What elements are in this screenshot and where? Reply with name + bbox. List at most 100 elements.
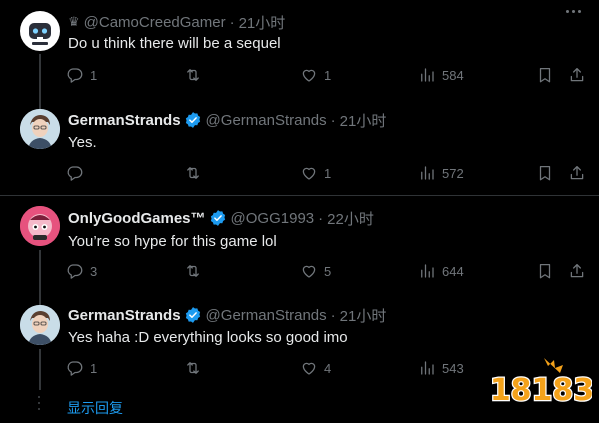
share-button[interactable] xyxy=(568,262,586,280)
thread-line xyxy=(39,99,41,109)
like-button[interactable]: 1 xyxy=(300,66,331,84)
retweet-button[interactable] xyxy=(184,262,208,280)
tweet-header: OnlyGoodGames™ @OGG1993 · 22小时 xyxy=(68,208,374,228)
reply-button[interactable]: 3 xyxy=(66,262,97,280)
bookmark-button[interactable] xyxy=(536,262,554,280)
avatar-onlygoodgames[interactable] xyxy=(20,206,60,246)
views-count: 644 xyxy=(442,263,464,279)
share-button[interactable] xyxy=(568,164,586,182)
reply-button[interactable] xyxy=(66,164,90,182)
views-icon xyxy=(418,359,436,377)
reply-icon xyxy=(66,262,84,280)
retweet-button[interactable] xyxy=(184,164,208,182)
timestamp[interactable]: 21小时 xyxy=(340,305,387,326)
retweet-icon xyxy=(184,164,202,182)
like-button[interactable]: 5 xyxy=(300,262,331,280)
avatar-camocreedgamer[interactable] xyxy=(20,11,60,51)
robot-avatar-icon xyxy=(29,23,51,45)
avatar-germanstrands[interactable] xyxy=(20,109,60,149)
user-handle[interactable]: @OGG1993 xyxy=(231,210,315,227)
timestamp[interactable]: 22小时 xyxy=(327,208,374,229)
reply-button[interactable]: 1 xyxy=(66,66,97,84)
share-icon xyxy=(568,66,586,84)
tweet-3[interactable]: OnlyGoodGames™ @OGG1993 · 22小时 You’re so… xyxy=(0,196,599,295)
person-avatar-icon xyxy=(20,109,60,149)
like-count: 1 xyxy=(324,67,332,83)
bookmark-button[interactable] xyxy=(536,164,554,182)
tweet-header: GermanStrands @GermanStrands · 21小时 xyxy=(68,305,386,325)
avatar-germanstrands[interactable] xyxy=(20,305,60,345)
tweet-actions: 3 5 644 xyxy=(0,262,599,282)
like-button[interactable]: 1 xyxy=(300,164,331,182)
mascot-avatar-icon xyxy=(20,206,60,246)
like-button[interactable]: 4 xyxy=(300,359,331,377)
tweet-actions: 1 1 584 xyxy=(0,66,599,86)
bookmark-icon xyxy=(536,262,554,280)
views-count: 543 xyxy=(442,360,464,376)
retweet-icon xyxy=(184,359,202,377)
tweet-text: Yes haha :D everything looks so good imo xyxy=(68,329,348,346)
reply-button[interactable]: 1 xyxy=(66,359,97,377)
display-name[interactable]: GermanStrands xyxy=(68,112,181,129)
tweet-header: ♛ @CamoCreedGamer · 21小时 xyxy=(68,12,285,32)
like-count: 5 xyxy=(324,263,332,279)
tweet-1[interactable]: ♛ @CamoCreedGamer · 21小时 Do u think ther… xyxy=(0,0,599,99)
separator-dot: · xyxy=(229,13,235,31)
reply-count: 3 xyxy=(90,263,98,279)
display-name[interactable]: OnlyGoodGames™ xyxy=(68,210,206,227)
like-count: 1 xyxy=(324,165,332,181)
watermark-logo-icon: 18183 xyxy=(492,358,592,409)
views-count: 584 xyxy=(442,67,464,83)
tweet-actions: 1 572 xyxy=(0,164,599,184)
watermark-text: 18183 xyxy=(492,373,592,408)
show-replies-link[interactable]: 显示回复 xyxy=(67,398,123,418)
reply-count: 1 xyxy=(90,67,98,83)
tweet-header: GermanStrands @GermanStrands · 21小时 xyxy=(68,110,386,130)
views-button[interactable]: 584 xyxy=(418,66,464,84)
retweet-button[interactable] xyxy=(184,359,208,377)
verified-icon xyxy=(185,307,200,323)
separator-dot: · xyxy=(330,306,336,324)
display-name[interactable]: GermanStrands xyxy=(68,307,181,324)
like-icon xyxy=(300,66,318,84)
tweet-text: Yes. xyxy=(68,134,97,151)
tweet-text: You’re so hype for this game lol xyxy=(68,233,277,250)
timestamp[interactable]: 21小时 xyxy=(340,110,387,131)
separator-dot: · xyxy=(318,209,324,227)
reply-count: 1 xyxy=(90,360,98,376)
share-button[interactable] xyxy=(568,66,586,84)
views-icon xyxy=(418,262,436,280)
separator-dot: · xyxy=(330,111,336,129)
views-button[interactable]: 572 xyxy=(418,164,464,182)
tweet-text: Do u think there will be a sequel xyxy=(68,35,281,52)
more-icon[interactable] xyxy=(563,2,583,20)
views-icon xyxy=(418,164,436,182)
views-button[interactable]: 543 xyxy=(418,359,464,377)
user-handle[interactable]: @GermanStrands xyxy=(206,307,327,324)
retweet-button[interactable] xyxy=(184,66,208,84)
views-icon xyxy=(418,66,436,84)
views-count: 572 xyxy=(442,165,464,181)
person-avatar-icon xyxy=(20,305,60,345)
verified-icon xyxy=(210,210,225,226)
share-icon xyxy=(568,164,586,182)
retweet-icon xyxy=(184,262,202,280)
tweet-2[interactable]: GermanStrands @GermanStrands · 21小时 Yes.… xyxy=(0,99,599,194)
share-icon xyxy=(568,262,586,280)
views-button[interactable]: 644 xyxy=(418,262,464,280)
thread-line xyxy=(39,295,41,305)
user-handle[interactable]: @GermanStrands xyxy=(206,112,327,129)
bookmark-button[interactable] xyxy=(536,66,554,84)
retweet-icon xyxy=(184,66,202,84)
reply-icon xyxy=(66,359,84,377)
verified-icon xyxy=(185,112,200,128)
like-count: 4 xyxy=(324,360,332,376)
crown-icon: ♛ xyxy=(68,14,80,29)
reply-icon xyxy=(66,164,84,182)
like-icon xyxy=(300,262,318,280)
reply-icon xyxy=(66,66,84,84)
timestamp[interactable]: 21小时 xyxy=(239,12,286,33)
user-handle[interactable]: @CamoCreedGamer xyxy=(84,14,226,31)
thread-continuation-dots xyxy=(38,396,40,410)
like-icon xyxy=(300,164,318,182)
